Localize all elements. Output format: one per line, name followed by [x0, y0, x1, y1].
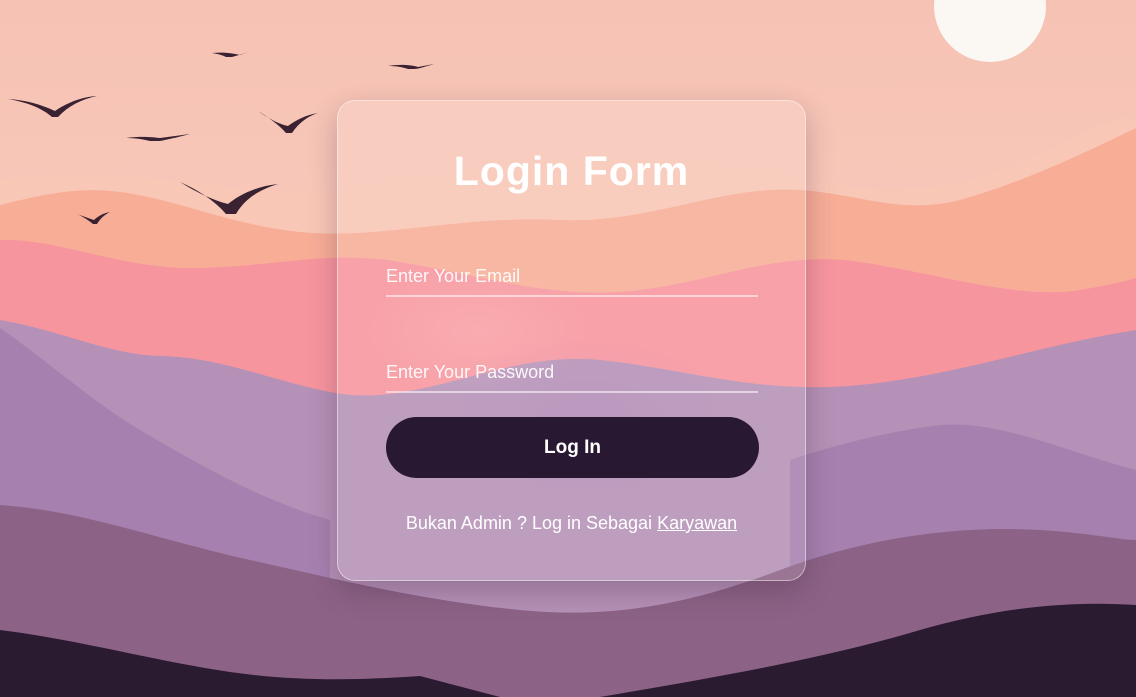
karyawan-login-link[interactable]: Karyawan — [657, 513, 737, 533]
footer-prompt: Bukan Admin ? Log in Sebagai Karyawan — [338, 513, 805, 534]
password-field-wrapper — [386, 349, 758, 393]
login-button[interactable]: Log In — [386, 417, 759, 478]
email-field-wrapper — [386, 253, 758, 297]
email-input[interactable] — [386, 253, 758, 297]
footer-prefix-text: Bukan Admin ? Log in Sebagai — [405, 513, 658, 533]
form-title: Login Form — [453, 148, 690, 194]
login-card: Login Form Log In Bukan Admin ? Log in S… — [337, 100, 806, 581]
password-input[interactable] — [386, 349, 758, 393]
